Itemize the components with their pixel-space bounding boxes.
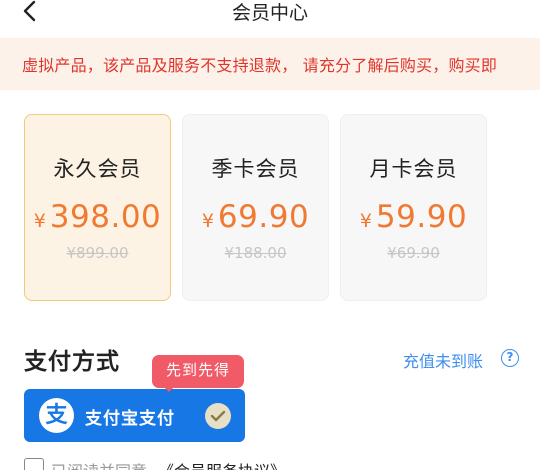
alipay-icon: 支 — [39, 398, 74, 433]
refund-notice-banner: 虚拟产品，该产品及服务不支持退款， 请充分了解后购买，购买即 — [0, 38, 540, 90]
plan-card-quarterly[interactable]: 季卡会员 ¥69.90 ¥188.00 — [182, 114, 329, 301]
recharge-not-received-link[interactable]: 充值未到账 — [403, 348, 483, 372]
agreement-prefix: 已阅读并同意 — [51, 458, 147, 470]
plan-original-price: ¥188.00 — [224, 244, 287, 262]
plan-original-price: ¥69.90 — [387, 244, 440, 262]
service-agreement-link[interactable]: 《会员服务协议》 — [158, 458, 286, 470]
refund-notice-text: 虚拟产品，该产品及服务不支持退款， 请充分了解后购买，购买即 — [22, 56, 498, 75]
plan-name: 永久会员 — [53, 157, 142, 181]
plan-price-value: 69.90 — [217, 199, 310, 235]
currency-symbol: ¥ — [33, 210, 46, 232]
question-circle-icon[interactable]: ? — [501, 349, 519, 367]
plan-card-monthly[interactable]: 月卡会员 ¥59.90 ¥69.90 — [340, 114, 487, 301]
plan-list: 永久会员 ¥398.00 ¥899.00 季卡会员 ¥69.90 ¥188.00… — [0, 114, 540, 304]
plan-card-lifetime[interactable]: 永久会员 ¥398.00 ¥899.00 — [24, 114, 171, 301]
alipay-payment-option[interactable]: 支 支付宝支付 — [24, 389, 245, 442]
promo-badge-tail — [163, 386, 175, 392]
check-circle-icon — [205, 403, 231, 429]
plan-price-value: 398.00 — [49, 199, 162, 235]
plan-original-price: ¥899.00 — [66, 244, 129, 262]
currency-symbol: ¥ — [359, 210, 372, 232]
plan-price: ¥59.90 — [341, 199, 486, 235]
page-title: 会员中心 — [231, 2, 308, 24]
header: 会员中心 — [0, 0, 540, 36]
currency-symbol: ¥ — [201, 210, 214, 232]
plan-price: ¥69.90 — [183, 199, 328, 235]
alipay-label: 支付宝支付 — [85, 409, 175, 429]
promo-badge: 先到先得 — [152, 355, 244, 388]
plan-name: 季卡会员 — [211, 157, 300, 181]
payment-method-title: 支付方式 — [24, 349, 120, 375]
plan-price: ¥398.00 — [25, 199, 170, 235]
agreement-checkbox[interactable] — [24, 458, 44, 470]
plan-name: 月卡会员 — [369, 157, 458, 181]
plan-price-value: 59.90 — [375, 199, 468, 235]
